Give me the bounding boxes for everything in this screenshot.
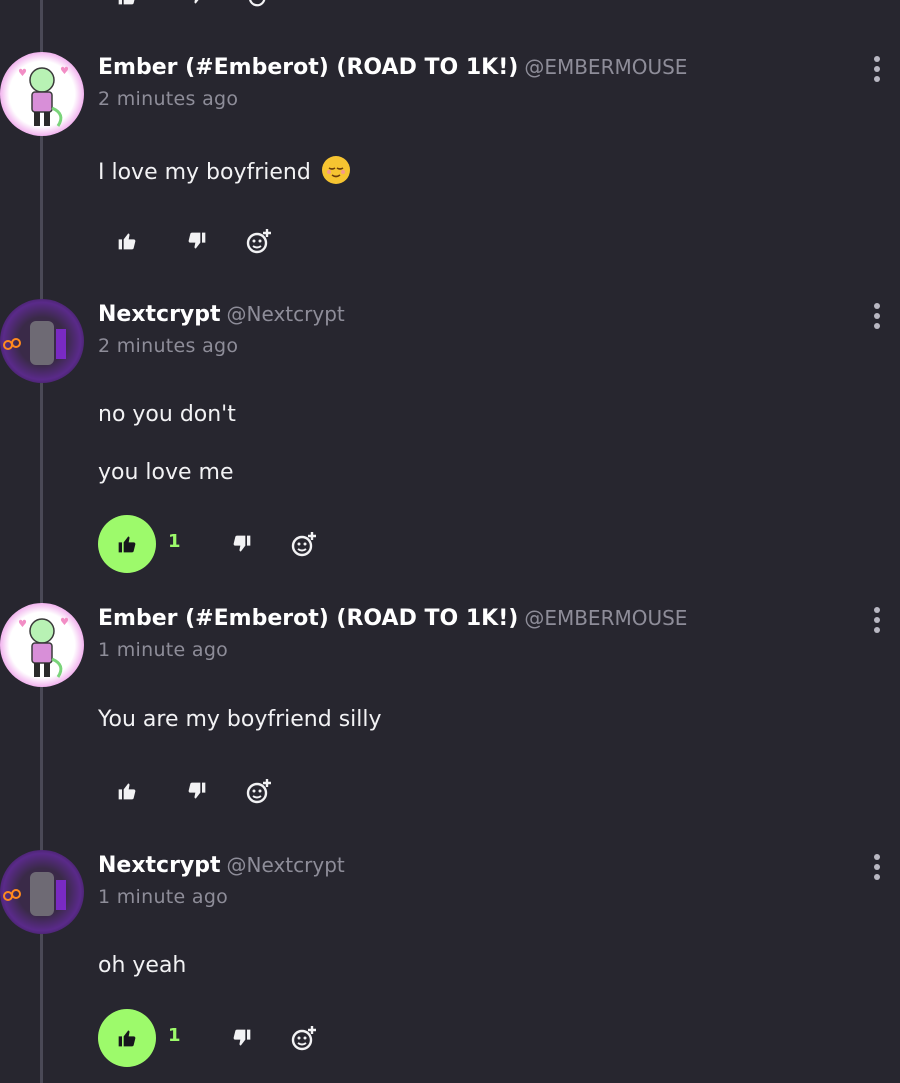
author-name[interactable]: Ember (#Emberot) (ROAD TO 1K!) [98,55,518,80]
more-vertical-icon[interactable] [870,854,884,884]
thumbs-up-icon[interactable] [116,0,138,6]
comment-timestamp[interactable]: 2 minutes ago [98,88,238,110]
thumbs-down-icon [233,535,251,552]
dislike-button[interactable] [229,531,255,557]
thumbs-up-icon [118,783,136,800]
add-reaction-button[interactable] [289,529,319,559]
comment-author: Nextcrypt @Nextcrypt [98,299,345,330]
author-name[interactable]: Ember (#Emberot) (ROAD TO 1K!) [98,606,518,631]
thumbs-down-icon [188,232,206,249]
add-reaction-icon [246,779,271,804]
like-count: 1 [168,1025,181,1046]
relieved-face-emoji [321,156,350,184]
nextcrypt-avatar-art [3,872,66,916]
comment-text-line: I love my boyfriend [98,160,311,185]
comment-timestamp[interactable]: 2 minutes ago [98,335,238,357]
ember-avatar-art: ♥ ♥ [18,66,69,127]
comment-author: Ember (#Emberot) (ROAD TO 1K!) @EMBERMOUS… [98,603,687,634]
like-button-active[interactable] [98,515,156,573]
like-button[interactable] [114,228,140,254]
svg-text:♥: ♥ [60,617,69,628]
thumbs-down-icon [233,1029,251,1046]
add-reaction-icon [291,532,316,557]
thumbs-down-icon[interactable] [186,0,208,6]
avatar[interactable]: ♥ ♥ [0,52,84,136]
like-count: 1 [168,531,181,552]
thumbs-down-icon [188,782,206,799]
author-handle[interactable]: @Nextcrypt [227,302,345,326]
add-reaction-icon [246,229,271,254]
dislike-button[interactable] [184,228,210,254]
avatar[interactable] [0,299,84,383]
like-button[interactable] [114,778,140,804]
add-reaction-icon[interactable] [246,0,272,8]
author-name[interactable]: Nextcrypt [98,853,221,878]
add-reaction-button[interactable] [289,1023,319,1053]
author-handle[interactable]: @EMBERMOUSE [524,55,687,79]
comment-timestamp[interactable]: 1 minute ago [98,639,228,661]
comment-text: I love my boyfriend [98,156,350,185]
dislike-button[interactable] [184,778,210,804]
comment-text-line: You are my boyfriend silly [98,707,382,732]
add-reaction-button[interactable] [244,776,274,806]
avatar[interactable] [0,850,84,934]
svg-text:♥: ♥ [60,66,69,77]
more-vertical-icon[interactable] [870,303,884,333]
ember-avatar-art: ♥ ♥ [18,617,69,678]
like-button-active[interactable] [98,1009,156,1067]
more-vertical-icon[interactable] [870,607,884,637]
avatar[interactable]: ♥ ♥ [0,603,84,687]
comment-text-line: you love me [98,460,234,485]
thumbs-up-icon [118,1030,136,1047]
comment-author: Ember (#Emberot) (ROAD TO 1K!) @EMBERMOUS… [98,52,687,83]
comment-text-line: no you don't [98,402,236,427]
thumbs-up-icon [118,536,136,553]
author-handle[interactable]: @EMBERMOUSE [524,606,687,630]
comment-text-line: oh yeah [98,953,187,978]
author-handle[interactable]: @Nextcrypt [227,853,345,877]
comment-author: Nextcrypt @Nextcrypt [98,850,345,881]
comment-timestamp[interactable]: 1 minute ago [98,886,228,908]
add-reaction-icon [291,1026,316,1051]
svg-text:♥: ♥ [18,68,27,79]
nextcrypt-avatar-art [3,321,66,365]
svg-text:♥: ♥ [18,619,27,630]
author-name[interactable]: Nextcrypt [98,302,221,327]
thumbs-up-icon [118,233,136,250]
add-reaction-button[interactable] [244,226,274,256]
more-vertical-icon[interactable] [870,56,884,86]
dislike-button[interactable] [229,1025,255,1051]
